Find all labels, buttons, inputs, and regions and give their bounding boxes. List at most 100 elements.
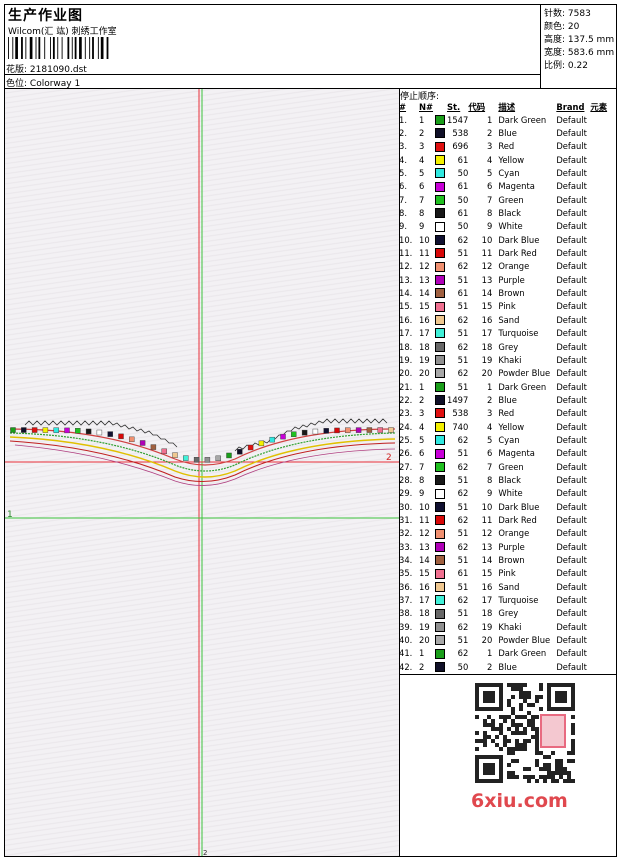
row-brand: Default <box>556 568 587 579</box>
color-swatch <box>435 395 445 406</box>
row-index: 40. <box>399 635 413 646</box>
table-row: 40. 20 51 20 Powder Blue Default <box>399 633 614 646</box>
row-needle: 4 <box>419 154 425 165</box>
row-code: 7 <box>486 461 493 472</box>
stitch-motif <box>323 428 329 434</box>
qr-cell <box>555 771 559 775</box>
qr-cell <box>499 779 503 783</box>
row-index: 11. <box>399 248 413 259</box>
qr-cell <box>491 755 495 759</box>
row-element <box>590 487 614 500</box>
qr-cell <box>547 699 551 703</box>
qr-cell <box>511 683 515 687</box>
row-needle: 17 <box>419 595 430 606</box>
qr-cell <box>527 723 531 727</box>
qr-cell <box>491 707 495 711</box>
row-needle: 4 <box>419 421 425 432</box>
qr-cell <box>535 747 539 751</box>
row-stitches: 51 <box>457 608 469 619</box>
stitch-motif <box>193 457 200 463</box>
qr-cell <box>535 731 539 735</box>
qr-cell <box>523 727 527 731</box>
table-row: 11. 11 51 11 Dark Red Default <box>399 246 614 259</box>
row-element <box>590 567 614 580</box>
qr-cell <box>539 683 543 687</box>
row-swatch <box>435 593 447 606</box>
qr-cell <box>499 775 503 779</box>
qr-cell <box>547 771 551 775</box>
row-needle: 18 <box>419 341 430 352</box>
stat-label: 颜色: <box>544 22 566 32</box>
design-file: 2181090.dst <box>29 65 87 75</box>
marker-bottom: 2 <box>203 849 207 856</box>
qr-cell <box>491 719 495 723</box>
qr-cell <box>519 747 523 751</box>
row-stitches: 51 <box>457 528 469 539</box>
qr-cell <box>551 707 555 711</box>
qr-cell <box>499 755 503 759</box>
row-swatch <box>435 647 447 660</box>
row-swatch <box>435 206 447 219</box>
table-row: 26. 6 51 6 Magenta Default <box>399 447 614 460</box>
row-stitches: 62 <box>457 434 469 445</box>
row-element <box>590 246 614 259</box>
design-canvas[interactable]: 1 2 2 <box>5 89 399 856</box>
row-code: 5 <box>486 434 493 445</box>
qr-cell <box>499 691 503 695</box>
row-index: 6. <box>399 181 407 192</box>
color-swatch <box>435 488 445 499</box>
table-row: 6. 6 61 6 Magenta Default <box>399 180 614 193</box>
barcode-bar <box>25 37 27 59</box>
qr-cell <box>527 691 531 695</box>
row-element <box>590 113 614 126</box>
row-swatch <box>435 313 447 326</box>
qr-cell <box>527 703 531 707</box>
qr-cell <box>479 707 483 711</box>
row-brand: Default <box>556 261 587 272</box>
row-brand: Default <box>556 154 587 165</box>
color-swatch <box>435 154 445 165</box>
qr-cell <box>511 707 515 711</box>
qr-cell <box>567 771 571 775</box>
qr-cell <box>475 687 479 691</box>
stat-value: 20 <box>567 22 580 32</box>
qr-cell <box>555 767 559 771</box>
row-code: 11 <box>481 248 493 259</box>
row-code: 1 <box>486 381 493 392</box>
qr-cell <box>551 771 555 775</box>
row-element <box>590 500 614 513</box>
row-swatch <box>435 140 447 153</box>
row-index: 23. <box>399 408 413 419</box>
qr-cell <box>503 739 507 743</box>
qr-cell <box>515 727 519 731</box>
qr-cell <box>487 767 491 771</box>
row-index: 10. <box>399 234 413 245</box>
marker-2: 2 <box>386 453 392 463</box>
row-swatch <box>435 553 447 566</box>
barcode-bar <box>57 37 59 59</box>
row-swatch <box>435 580 447 593</box>
qr-cell <box>483 695 487 699</box>
color-swatch <box>435 648 445 659</box>
table-row: 38. 18 51 18 Grey Default <box>399 607 614 620</box>
row-stitches: 62 <box>457 261 469 272</box>
qr-cell <box>495 743 499 747</box>
qr-cell <box>491 723 495 727</box>
row-element <box>590 153 614 166</box>
qr-cell <box>519 687 523 691</box>
row-swatch <box>435 153 447 166</box>
color-swatch <box>435 461 445 472</box>
colorway-label: 色位: <box>6 79 28 89</box>
row-index: 7. <box>399 194 407 205</box>
barcode-bar <box>97 37 99 59</box>
row-description: Magenta <box>498 448 535 459</box>
row-index: 36. <box>399 581 413 592</box>
qr-cell <box>571 779 575 783</box>
row-code: 6 <box>486 181 493 192</box>
row-stitches: 50 <box>457 661 469 672</box>
row-brand: Default <box>556 221 587 232</box>
row-brand: Default <box>556 541 587 552</box>
stat-label: 高度: <box>544 35 566 45</box>
qr-cell <box>499 771 503 775</box>
qr-cell <box>507 699 511 703</box>
